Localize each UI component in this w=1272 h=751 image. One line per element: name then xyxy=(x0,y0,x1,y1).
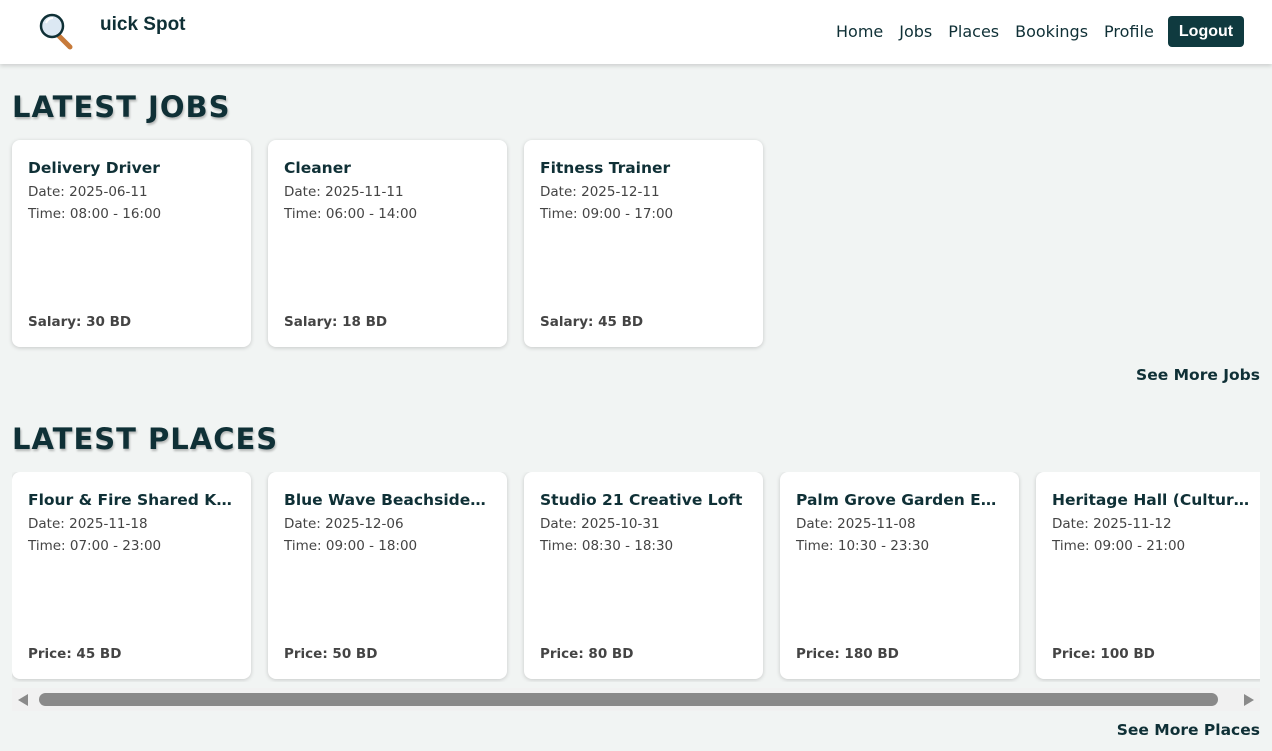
scroll-left-arrow-icon[interactable] xyxy=(18,694,28,706)
nav-bookings[interactable]: Bookings xyxy=(1015,22,1088,42)
place-date: Date: 2025-11-18 xyxy=(28,516,148,532)
job-card[interactable]: Cleaner Date: 2025-11-11 Time: 06:00 - 1… xyxy=(268,140,507,347)
job-title: Delivery Driver xyxy=(28,159,160,177)
nav-profile[interactable]: Profile xyxy=(1104,22,1154,42)
place-time: Time: 10:30 - 23:30 xyxy=(796,538,930,554)
nav-jobs[interactable]: Jobs xyxy=(899,22,932,42)
see-more-jobs-link[interactable]: See More Jobs xyxy=(1136,366,1260,384)
job-date: Date: 2025-12-11 xyxy=(540,184,660,200)
place-date: Date: 2025-10-31 xyxy=(540,516,660,532)
place-price: Price: 100 BD xyxy=(1052,646,1155,662)
places-scrollbar[interactable] xyxy=(12,688,1260,711)
place-card[interactable]: Flour & Fire Shared Kitchen Date: 2025-1… xyxy=(12,472,251,679)
job-title: Fitness Trainer xyxy=(540,159,671,177)
job-salary: Salary: 45 BD xyxy=(540,314,644,330)
scroll-right-arrow-icon[interactable] xyxy=(1244,694,1254,706)
place-time: Time: 09:00 - 21:00 xyxy=(1052,538,1186,554)
place-date: Date: 2025-11-12 xyxy=(1052,516,1172,532)
place-time: Time: 07:00 - 23:00 xyxy=(28,538,162,554)
job-time: Time: 08:00 - 16:00 xyxy=(28,206,162,222)
quick-spot-logo[interactable]: uick Spot xyxy=(38,11,186,51)
place-time: Time: 08:30 - 18:30 xyxy=(540,538,674,554)
place-title: Heritage Hall (Cultural Ve... xyxy=(1052,491,1259,509)
job-salary: Salary: 30 BD xyxy=(28,314,132,330)
job-salary: Salary: 18 BD xyxy=(284,314,388,330)
place-date: Date: 2025-12-06 xyxy=(284,516,404,532)
nav-places[interactable]: Places xyxy=(948,22,999,42)
places-carousel[interactable]: Flour & Fire Shared Kitchen Date: 2025-1… xyxy=(12,472,1260,682)
job-title: Cleaner xyxy=(284,159,351,177)
place-title: Studio 21 Creative Loft xyxy=(540,491,743,509)
job-time: Time: 09:00 - 17:00 xyxy=(540,206,674,222)
place-price: Price: 180 BD xyxy=(796,646,899,662)
nav-home[interactable]: Home xyxy=(836,22,883,42)
see-more-places-link[interactable]: See More Places xyxy=(1117,721,1260,739)
place-card[interactable]: Studio 21 Creative Loft Date: 2025-10-31… xyxy=(524,472,763,679)
place-price: Price: 45 BD xyxy=(28,646,122,662)
magnifier-icon xyxy=(39,13,73,50)
place-card[interactable]: Heritage Hall (Cultural Ve... Date: 2025… xyxy=(1036,472,1260,679)
job-date: Date: 2025-06-11 xyxy=(28,184,148,200)
place-price: Price: 80 BD xyxy=(540,646,634,662)
logo-text: uick Spot xyxy=(100,14,186,35)
place-title: Palm Grove Garden Event ... xyxy=(796,491,1003,509)
job-card[interactable]: Fitness Trainer Date: 2025-12-11 Time: 0… xyxy=(524,140,763,347)
place-date: Date: 2025-11-08 xyxy=(796,516,916,532)
place-title: Blue Wave Beachside Pavil... xyxy=(284,491,491,509)
scrollbar-thumb[interactable] xyxy=(39,693,1218,706)
top-header: uick Spot Home Jobs Places Bookings Prof… xyxy=(0,0,1272,64)
places-section-title: LATEST PLACES xyxy=(12,422,279,456)
jobs-section-title: LATEST JOBS xyxy=(12,90,231,124)
place-time: Time: 09:00 - 18:00 xyxy=(284,538,418,554)
job-card[interactable]: Delivery Driver Date: 2025-06-11 Time: 0… xyxy=(12,140,251,347)
main-nav: Home Jobs Places Bookings Profile xyxy=(836,22,1170,42)
place-title: Flour & Fire Shared Kitchen xyxy=(28,491,235,509)
place-price: Price: 50 BD xyxy=(284,646,378,662)
job-time: Time: 06:00 - 14:00 xyxy=(284,206,418,222)
place-card[interactable]: Palm Grove Garden Event ... Date: 2025-1… xyxy=(780,472,1019,679)
place-card[interactable]: Blue Wave Beachside Pavil... Date: 2025-… xyxy=(268,472,507,679)
logout-button[interactable]: Logout xyxy=(1168,16,1244,47)
job-date: Date: 2025-11-11 xyxy=(284,184,404,200)
